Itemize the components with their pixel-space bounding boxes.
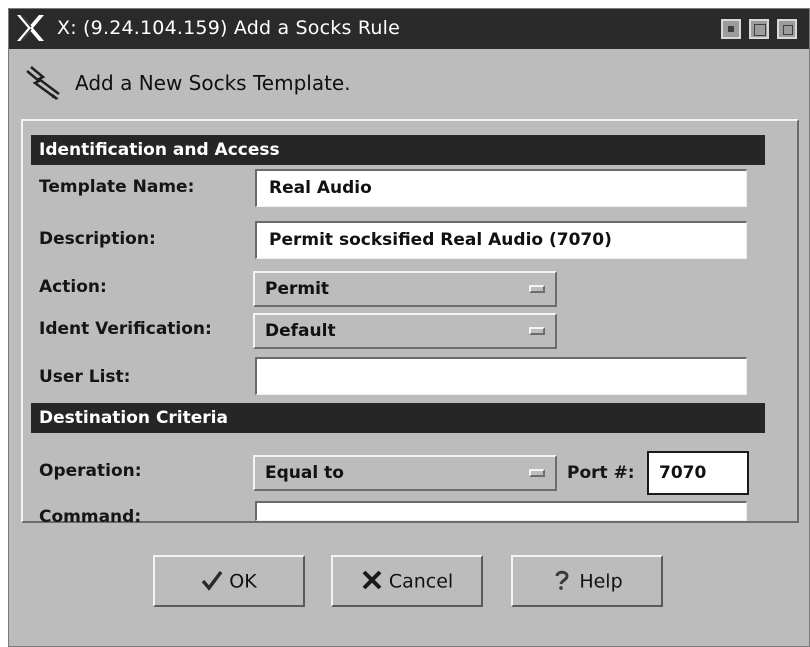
- dialog-header: Add a New Socks Template.: [9, 49, 809, 119]
- ok-label: OK: [229, 570, 257, 593]
- x-logo-icon: [17, 14, 44, 42]
- close-icon[interactable]: [777, 19, 797, 39]
- ok-button[interactable]: OK: [153, 555, 305, 607]
- user-list-label: User List:: [39, 367, 131, 387]
- option-menu-indicator-icon: [529, 327, 545, 335]
- action-option-menu[interactable]: Permit: [253, 271, 557, 307]
- option-menu-indicator-icon: [529, 285, 545, 293]
- dialog-heading: Add a New Socks Template.: [75, 71, 351, 95]
- section-destination-criteria: Destination Criteria: [31, 403, 765, 433]
- action-label: Action:: [39, 277, 107, 297]
- port-label: Port #:: [567, 463, 635, 483]
- cancel-label: Cancel: [388, 570, 454, 593]
- port-field[interactable]: 7070: [647, 451, 749, 495]
- section-identification-access: Identification and Access: [31, 135, 765, 165]
- cancel-button[interactable]: Cancel: [331, 555, 483, 607]
- template-name-field[interactable]: Real Audio: [255, 169, 747, 207]
- user-list-field[interactable]: [255, 357, 747, 395]
- command-label: Command:: [39, 507, 142, 527]
- ident-verification-option-menu[interactable]: Default: [253, 313, 557, 349]
- help-button[interactable]: Help: [511, 555, 663, 607]
- action-value: Permit: [265, 279, 330, 299]
- command-field[interactable]: [255, 501, 747, 521]
- template-name-label: Template Name:: [39, 177, 195, 197]
- title-bar[interactable]: X: (9.24.104.159) Add a Socks Rule: [9, 9, 809, 49]
- form-panel: Identification and Access Template Name:…: [21, 119, 799, 527]
- option-menu-indicator-icon: [529, 469, 545, 477]
- dialog-window: X: (9.24.104.159) Add a Socks Rule Add a…: [8, 8, 810, 647]
- help-label: Help: [579, 570, 623, 593]
- minimize-icon[interactable]: [721, 19, 741, 39]
- operation-value: Equal to: [265, 463, 344, 483]
- lightning-pencil-icon: [26, 66, 60, 101]
- ident-verification-value: Default: [265, 321, 336, 341]
- description-label: Description:: [39, 229, 156, 249]
- description-field[interactable]: Permit socksified Real Audio (7070): [255, 221, 747, 259]
- question-mark-icon: [555, 570, 569, 590]
- window-title: X: (9.24.104.159) Add a Socks Rule: [57, 17, 400, 39]
- operation-option-menu[interactable]: Equal to: [253, 455, 557, 491]
- ident-verification-label: Ident Verification:: [39, 319, 212, 339]
- cancel-x-icon: [362, 570, 382, 589]
- maximize-icon[interactable]: [749, 19, 769, 39]
- operation-label: Operation:: [39, 461, 142, 481]
- checkmark-icon: [201, 570, 223, 591]
